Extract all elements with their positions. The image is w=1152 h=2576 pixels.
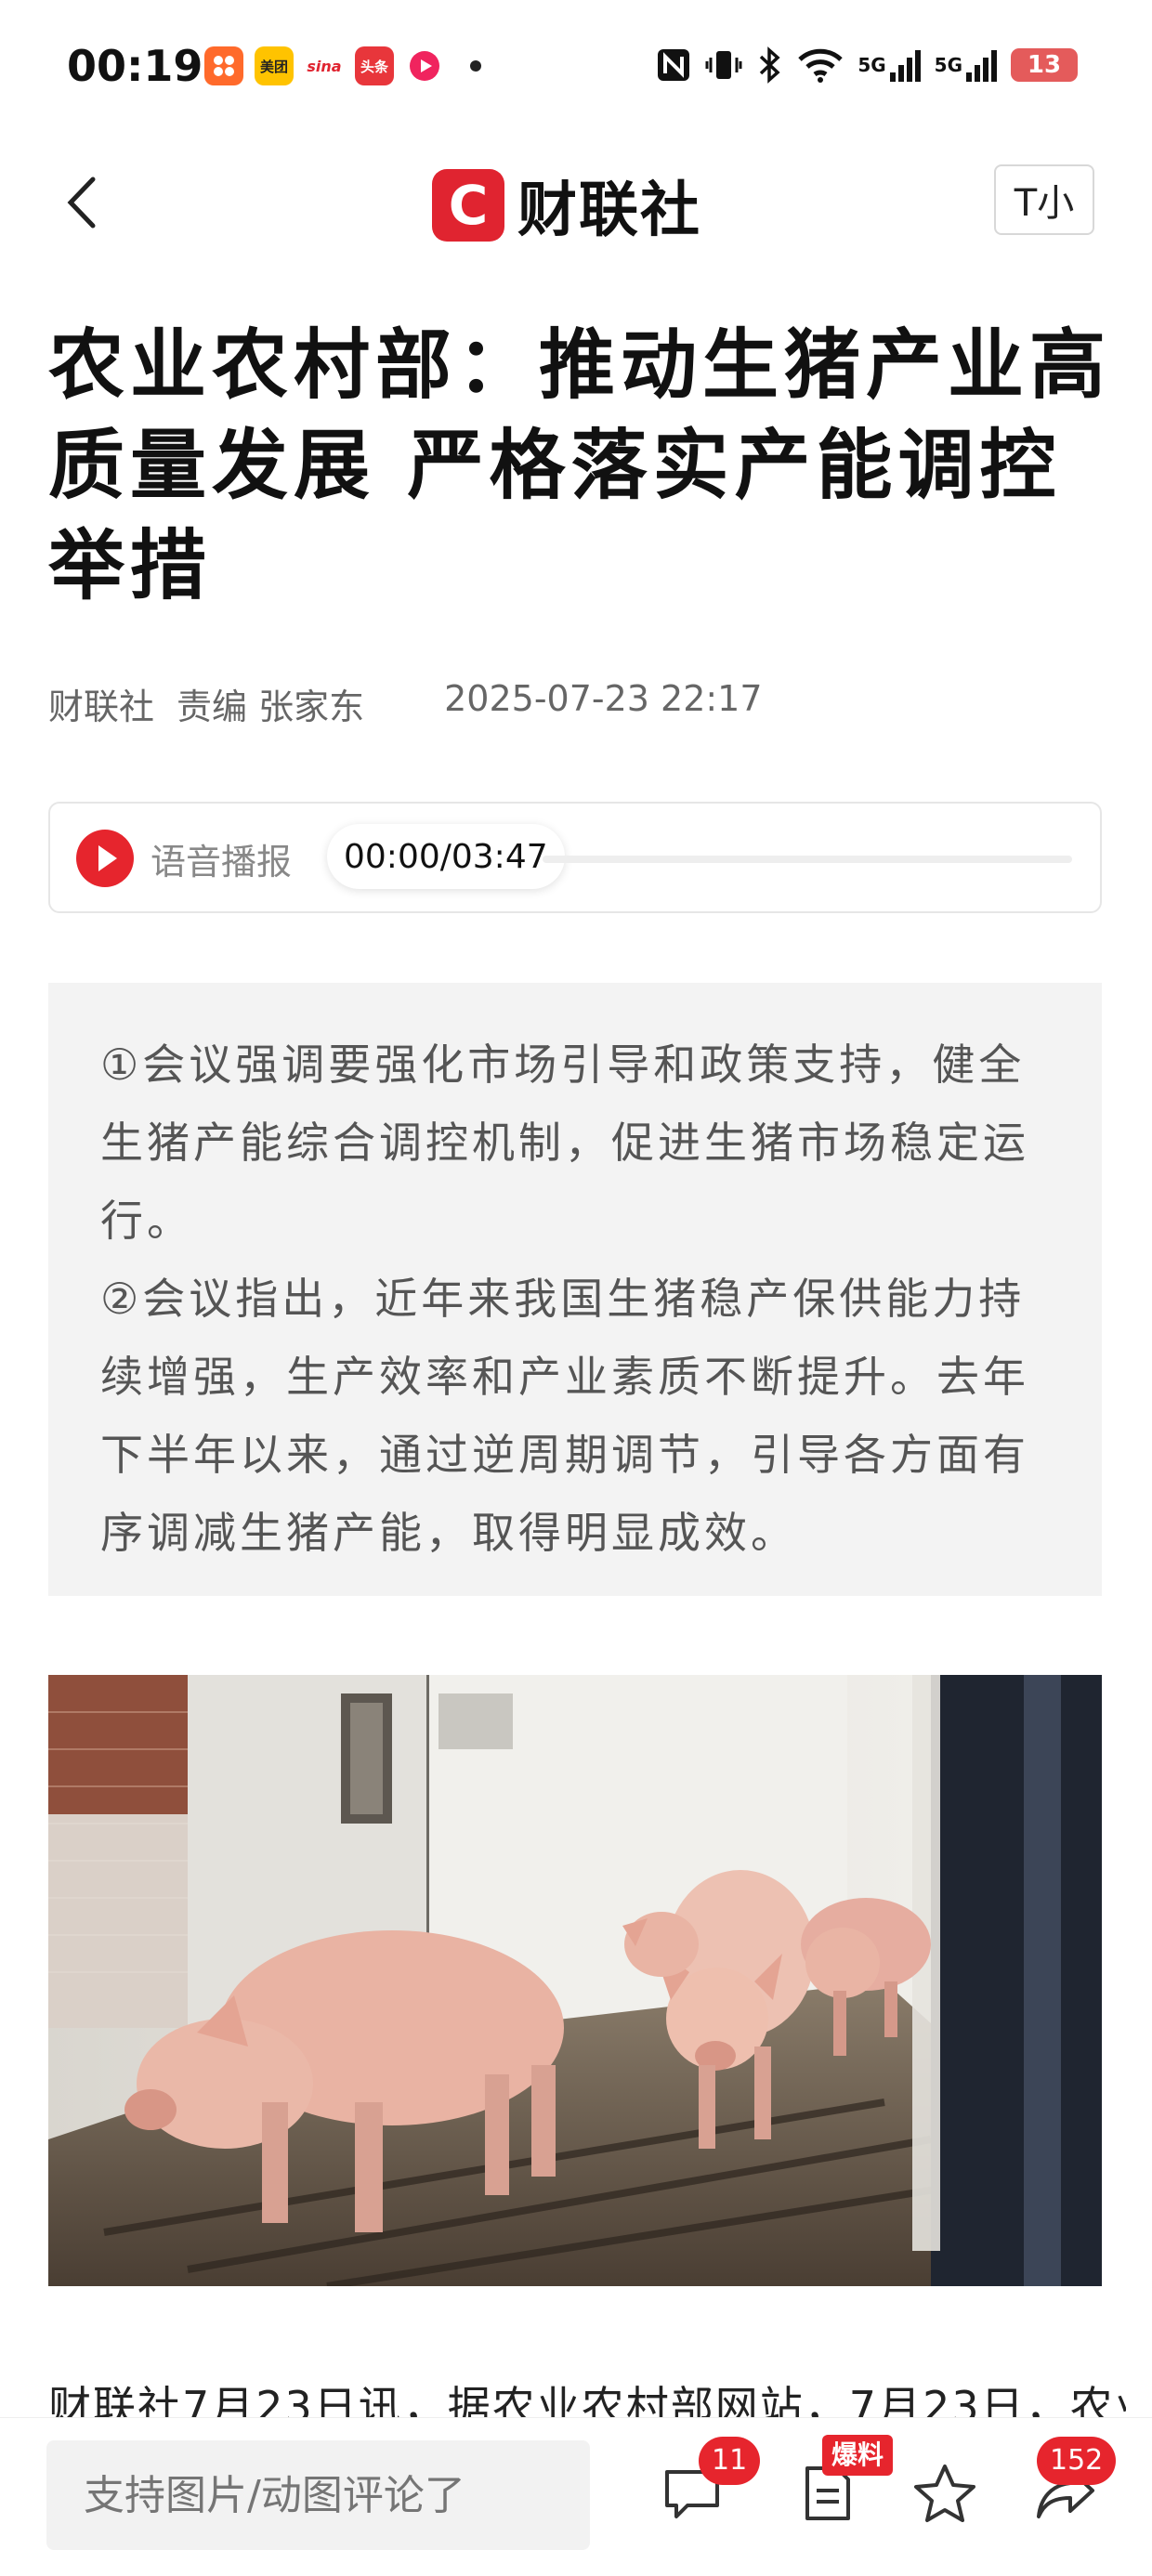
battery-indicator: 13 [1011,48,1078,82]
status-bar: 00:19 美团 sina 头条 5G 5G 13 [0,0,1152,130]
summary-point: ②会议指出，近年来我国生猪稳产保供能力持续增强，生产效率和产业素质不断提升。去年… [100,1274,1029,1558]
article-nav-bar: C 财联社 T小 [0,144,1152,255]
summary-point: ①会议强调要强化市场引导和政策支持，健全生猪产能综合调控机制，促进生猪市场稳定运… [100,1040,1029,1246]
article-source[interactable]: 财联社 [48,678,154,729]
font-size-button[interactable]: T小 [994,164,1094,235]
signal-5g-icon-2: 5G [935,45,998,85]
nfc-icon [655,45,692,85]
more-notifications-dot [470,60,481,72]
status-icons: 5G 5G 13 [655,45,1078,85]
share-count-badge: 152 [1037,2437,1117,2485]
xiaohongshu-app-icon [204,46,243,85]
audio-progress-handle[interactable]: 00:00/03:47 [327,824,565,889]
cailianshe-logo: C 财联社 [432,163,701,248]
article-title: 农业农村部：推动生猪产业高质量发展 严格落实产能调控举措 [48,321,1112,610]
vibrate-icon [705,45,742,85]
sina-app-icon: sina [305,46,344,85]
video-app-icon [405,46,444,85]
favorite-button[interactable] [912,2461,977,2526]
play-button[interactable] [76,830,134,887]
toutiao-app-icon: 头条 [355,46,394,85]
star-icon [914,2465,975,2522]
article-meta: 财联社 责编 张家东 2025-07-23 22:17 [48,678,763,729]
status-time: 00:19 [67,41,203,91]
bottom-action-bar: 11 爆料 152 [0,2417,1152,2576]
audio-progress-track[interactable] [543,856,1072,863]
meituan-app-icon: 美团 [255,46,294,85]
signal-5g-icon: 5G [857,45,921,85]
article-editor: 责编 张家东 [177,686,365,727]
bluetooth-icon [755,45,783,85]
article-photo[interactable] [48,1675,1102,2286]
chevron-left-icon [67,177,96,229]
comment-input[interactable] [46,2440,590,2550]
notification-app-icons: 美团 sina 头条 [204,46,481,85]
audio-label: 语音播报 [151,842,293,883]
tip-off-badge: 爆料 [822,2435,894,2476]
article-date: 2025-07-23 22:17 [444,678,763,719]
article-summary: ①会议强调要强化市场引导和政策支持，健全生猪产能综合调控机制，促进生猪市场稳定运… [48,983,1102,1596]
pigs-barn-image [48,1675,1102,2286]
audio-player: 语音播报 00:00/03:47 [48,802,1102,913]
logo-text: 财联社 [517,177,701,245]
logo-c-icon: C [432,169,504,242]
wifi-icon [796,45,844,85]
back-button[interactable] [56,170,111,235]
comment-count-badge: 11 [699,2437,761,2485]
